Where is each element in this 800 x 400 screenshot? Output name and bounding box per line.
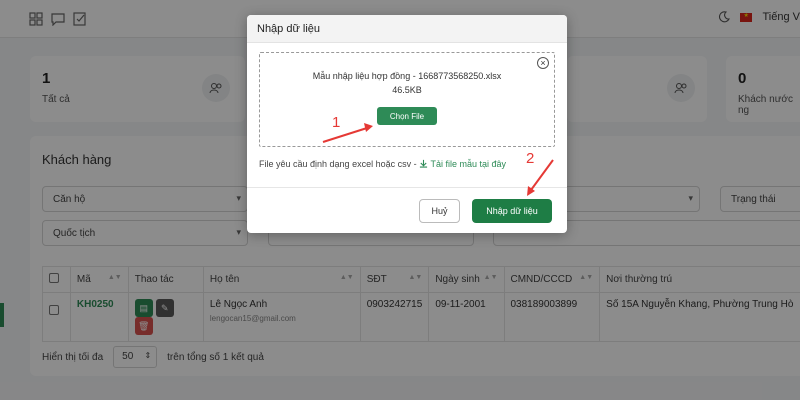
annotation-arrows [322, 123, 554, 196]
annotation-arrow-icon [527, 159, 554, 196]
annotation-arrow-icon [322, 123, 373, 143]
